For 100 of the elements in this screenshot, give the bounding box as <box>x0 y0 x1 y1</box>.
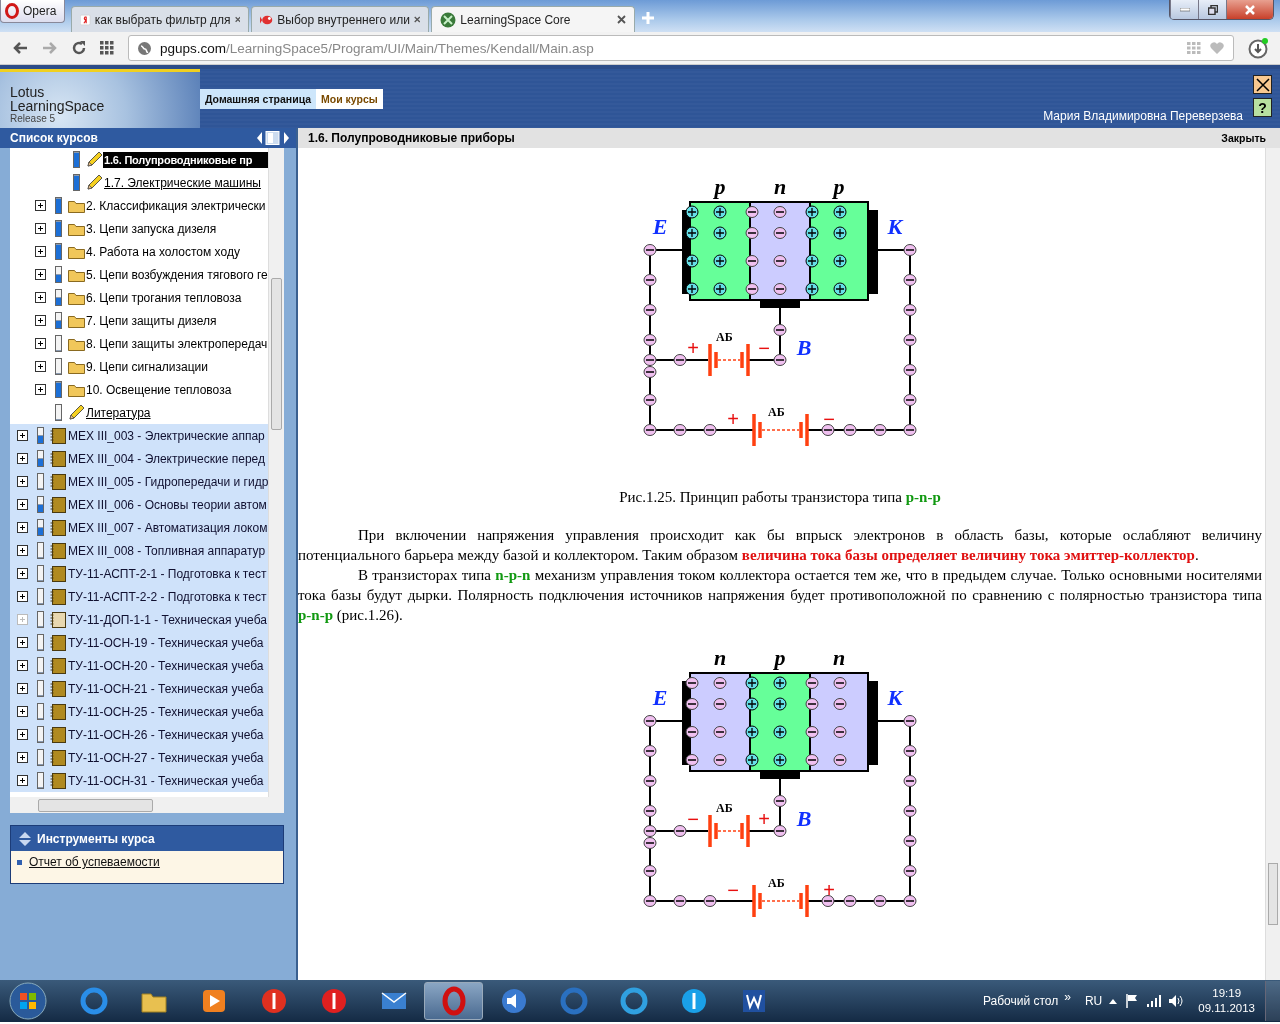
close-icon[interactable] <box>413 15 421 24</box>
layer-label: n <box>773 174 787 199</box>
folder-icon <box>67 382 85 397</box>
scrollbar[interactable] <box>268 148 284 797</box>
folder-icon <box>67 313 85 328</box>
close-button[interactable] <box>1253 75 1272 94</box>
tree-item[interactable]: 8. Цепи защиты электропередач <box>85 334 269 353</box>
expand-icon[interactable] <box>16 637 28 648</box>
nav-tab[interactable]: Домашняя страница <box>200 89 317 109</box>
reload-icon[interactable] <box>72 41 86 55</box>
expand-icon[interactable] <box>16 775 28 786</box>
progress-bar <box>54 220 62 237</box>
tree-item[interactable]: 3. Цепи запуска дизеля <box>85 219 218 238</box>
back-icon[interactable] <box>12 41 28 55</box>
globe-icon <box>137 40 152 56</box>
expand-icon[interactable] <box>34 292 46 303</box>
folder-icon <box>67 198 85 213</box>
volume-icon[interactable] <box>1168 994 1185 1008</box>
expand-icon[interactable] <box>34 338 46 349</box>
nav-tab[interactable]: Мои курсы <box>316 89 383 109</box>
desktop-toolbar-label[interactable]: Рабочий стол <box>982 994 1059 1008</box>
scrollbar[interactable] <box>10 797 284 813</box>
progress-bar <box>36 657 44 674</box>
folder-icon <box>67 336 85 351</box>
expand-icon[interactable] <box>16 499 28 510</box>
expand-icon[interactable] <box>16 430 28 441</box>
expand-icon[interactable] <box>16 453 28 464</box>
book-icon <box>50 565 66 582</box>
start-button[interactable] <box>8 981 48 1021</box>
panel-title: Список курсов <box>10 131 99 145</box>
expand-icon[interactable] <box>34 246 46 257</box>
language-indicator[interactable]: RU <box>1084 994 1103 1008</box>
tree-item[interactable]: 7. Цепи защиты дизеля <box>85 311 218 330</box>
tray-expand-icon[interactable] <box>1108 997 1119 1005</box>
terminal-label: К <box>887 685 903 710</box>
close-icon[interactable] <box>617 15 627 24</box>
browser-tab[interactable]: Выбор внутреннего или <box>251 6 430 32</box>
panel-toggle-icon[interactable] <box>256 130 290 146</box>
book-icon <box>50 450 66 467</box>
progress-bar <box>54 381 62 398</box>
close-window-button[interactable] <box>1226 0 1273 19</box>
expand-icon[interactable] <box>16 568 28 579</box>
browser-tab[interactable]: LearningSpace Core <box>431 6 636 32</box>
polarity-sign: + <box>687 337 699 359</box>
minimize-button[interactable] <box>1170 0 1198 19</box>
progress-bar <box>36 611 44 628</box>
layer-label: n <box>713 645 727 670</box>
close-link[interactable]: Закрыть <box>1221 132 1266 144</box>
panel-title: Инструменты курса <box>37 831 155 846</box>
expand-icon[interactable] <box>16 660 28 671</box>
close-icon <box>1245 4 1255 15</box>
expand-icon[interactable] <box>16 729 28 740</box>
expand-icon[interactable] <box>16 545 28 556</box>
pencil-icon <box>85 150 103 169</box>
tree-item[interactable]: Литература <box>85 403 152 422</box>
close-icon[interactable] <box>234 15 241 24</box>
expand-icon[interactable] <box>34 384 46 395</box>
restore-button[interactable] <box>1198 0 1226 19</box>
tree-item[interactable]: 2. Классификация электрически <box>85 196 267 215</box>
expand-icon[interactable] <box>16 522 28 533</box>
clock[interactable]: 19:19 09.11.2013 <box>1198 986 1255 1016</box>
progress-bar <box>54 358 62 375</box>
polarity-sign: − <box>758 337 770 359</box>
book-icon <box>50 703 66 720</box>
tree-item[interactable]: 6. Цепи трогания тепловоза <box>85 288 243 307</box>
tree-item[interactable]: 9. Цепи сигнализации <box>85 357 209 376</box>
progress-bar <box>36 634 44 651</box>
signal-icon[interactable] <box>1146 994 1163 1008</box>
expand-icon[interactable] <box>16 706 28 717</box>
expand-icon[interactable] <box>16 591 28 602</box>
tree-item[interactable]: 10. Освещение тепловоза <box>85 380 233 399</box>
expand-icon[interactable] <box>34 315 46 326</box>
polarity-sign: − <box>823 408 835 430</box>
user-name: Мария Владимировна Переверзева <box>1043 109 1243 125</box>
expand-icon[interactable] <box>34 200 46 211</box>
progress-bar <box>36 588 44 605</box>
tree-item[interactable]: 1.6. Полупроводниковые пр <box>103 151 268 168</box>
expand-icon[interactable] <box>16 752 28 763</box>
tree-item[interactable]: 4. Работа на холостом ходу <box>85 242 241 261</box>
scrollbar[interactable] <box>1265 148 1280 980</box>
help-button[interactable]: ? <box>1253 98 1272 117</box>
paragraph: В транзисторах типа n-p-n механизм управления током коллектора остается тем же, что в предыдем случае. Только основными носителями тока базы будут дырки. Полярность подключения источников напряжения будет противоположной по сравнению с полярностью транзистора типа p-n-p (рис.1.26). <box>298 566 1262 625</box>
speed-dial-icon[interactable] <box>100 41 114 55</box>
paragraph: При включении напряжения управления происходит как бы впрыск электронов в область базы, которые ослабляют величину потенциального барьера между базой и коллектором. Таким образом величина тока базы определяет величину тока эмиттер-коллектор. <box>298 526 1262 565</box>
expand-icon[interactable] <box>34 269 46 280</box>
tree-item[interactable]: 1.7. Электрические машины <box>103 173 262 192</box>
toolbar-chevron[interactable]: » <box>1064 990 1071 1004</box>
browser-tab[interactable]: как выбрать фильтр для <box>71 6 250 32</box>
collapse-icon[interactable] <box>17 829 33 848</box>
opera-menu-button[interactable]: Opera <box>0 0 66 23</box>
bullet-icon <box>17 859 22 865</box>
expand-icon[interactable] <box>34 361 46 372</box>
tree-item[interactable]: 5. Цепи возбуждения тягового ге <box>85 265 269 284</box>
progress-bar <box>54 289 62 306</box>
expand-icon[interactable] <box>34 223 46 234</box>
download-icon[interactable] <box>1248 37 1270 59</box>
book-icon <box>50 634 66 651</box>
expand-icon[interactable] <box>16 683 28 694</box>
progress-bar <box>36 726 44 743</box>
expand-icon[interactable] <box>16 476 28 487</box>
